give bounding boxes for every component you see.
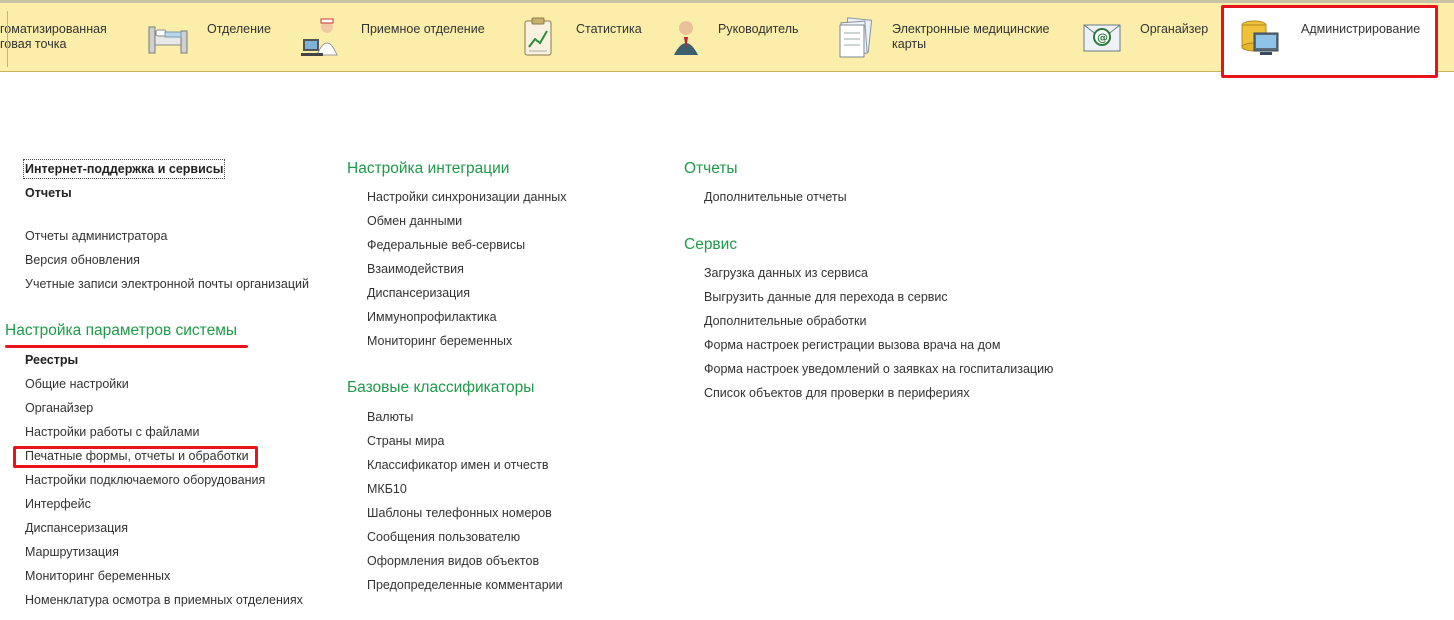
section-statistics-label: Статистика [576,22,642,36]
section-organizer-label: Органайзер [1140,22,1209,36]
link-data-sync-settings[interactable]: Настройки синхронизации данных [367,189,567,205]
header-integration-settings: Настройка интеграции [347,160,510,177]
hospital-bed-icon [148,26,188,54]
link-hospitalization-notifications[interactable]: Форма настроек уведомлений о заявках на … [704,361,1053,377]
header-base-classifiers: Базовые классификаторы [347,379,535,396]
link-load-from-service[interactable]: Загрузка данных из сервиса [704,265,868,281]
mail-envelope-icon: @ [1083,24,1121,52]
link-icd10[interactable]: МКБ10 [367,481,407,497]
section-organizer[interactable]: @ Органайзер [1080,3,1220,71]
annotation-box-print-forms [13,446,258,468]
clipboard-chart-icon [524,17,552,56]
nurse-computer-icon [301,18,338,56]
link-immunoprophylaxis[interactable]: Иммунопрофилактика [367,309,497,325]
link-interface[interactable]: Интерфейс [25,496,91,512]
link-routing[interactable]: Маршрутизация [25,544,119,560]
link-additional-processing[interactable]: Дополнительные обработки [704,313,866,329]
section-administration[interactable]: Администрирование [1236,3,1436,71]
section-department-label: Отделение [207,22,271,36]
link-internet-support[interactable]: Интернет-поддержка и сервисы [22,159,226,179]
section-workstation[interactable]: гоматизированная говая точка [0,3,130,71]
divider [7,11,8,67]
link-phone-templates[interactable]: Шаблоны телефонных номеров [367,505,552,521]
link-pregnancy-monitoring[interactable]: Мониторинг беременных [25,568,170,584]
link-object-styles[interactable]: Оформления видов объектов [367,553,539,569]
link-additional-reports[interactable]: Дополнительные отчеты [704,189,847,205]
link-general-settings[interactable]: Общие настройки [25,376,129,392]
link-integration-pregnancy-monitoring[interactable]: Мониторинг беременных [367,333,512,349]
link-user-messages[interactable]: Сообщения пользователю [367,529,520,545]
link-email-accounts[interactable]: Учетные записи электронной почты организ… [25,276,309,292]
group-registries-label: Реестры [25,353,79,367]
section-statistics[interactable]: Статистика [512,3,652,71]
section-administration-label: Администрирование [1301,22,1421,36]
link-file-settings[interactable]: Настройки работы с файлами [25,424,199,440]
link-integration-dispensary[interactable]: Диспансеризация [367,285,470,301]
link-home-visit-settings[interactable]: Форма настроек регистрации вызова врача … [704,337,1000,353]
link-exam-nomenclature[interactable]: Номенклатура осмотра в приемных отделени… [25,592,303,608]
link-admin-reports[interactable]: Отчеты администратора [25,228,167,244]
section-reception-label: Приемное отделение [361,22,485,36]
section-workstation-label: гоматизированная говая точка [0,22,107,51]
section-manager-label: Руководитель [718,22,799,36]
header-system-settings: Настройка параметров системы [5,322,238,339]
database-monitor-icon [1241,20,1279,55]
link-organizer[interactable]: Органайзер [25,400,93,416]
link-export-for-service[interactable]: Выгрузить данные для перехода в сервис [704,289,948,305]
link-update-version[interactable]: Версия обновления [25,252,140,268]
link-federal-web-services[interactable]: Федеральные веб-сервисы [367,237,525,253]
sections-panel: гоматизированная говая точка Отделение П… [0,0,1454,78]
svg-text:@: @ [1097,31,1108,44]
link-countries[interactable]: Страны мира [367,433,445,449]
link-dispensary[interactable]: Диспансеризация [25,520,128,536]
manager-person-icon [674,21,698,55]
section-reception[interactable]: Приемное отделение [297,3,497,71]
documents-stack-icon [839,17,873,58]
header-reports: Отчеты [684,160,738,177]
link-periphery-objects[interactable]: Список объектов для проверки в периферия… [704,385,970,401]
link-currencies[interactable]: Валюты [367,409,413,425]
header-service: Сервис [684,236,738,253]
section-manager[interactable]: Руководитель [666,3,816,71]
link-predefined-comments[interactable]: Предопределенные комментарии [367,577,563,593]
section-department[interactable]: Отделение [143,3,283,71]
section-emr[interactable]: Электронные медицинские карты [830,3,1070,71]
link-interactions[interactable]: Взаимодействия [367,261,464,277]
link-equipment-settings[interactable]: Настройки подключаемого оборудования [25,472,265,488]
annotation-underline [5,345,248,348]
group-reports-label: Отчеты [25,186,72,200]
link-names-classifier[interactable]: Классификатор имен и отчеств [367,457,549,473]
link-data-exchange[interactable]: Обмен данными [367,213,462,229]
section-emr-label: Электронные медицинские карты [892,22,1050,51]
